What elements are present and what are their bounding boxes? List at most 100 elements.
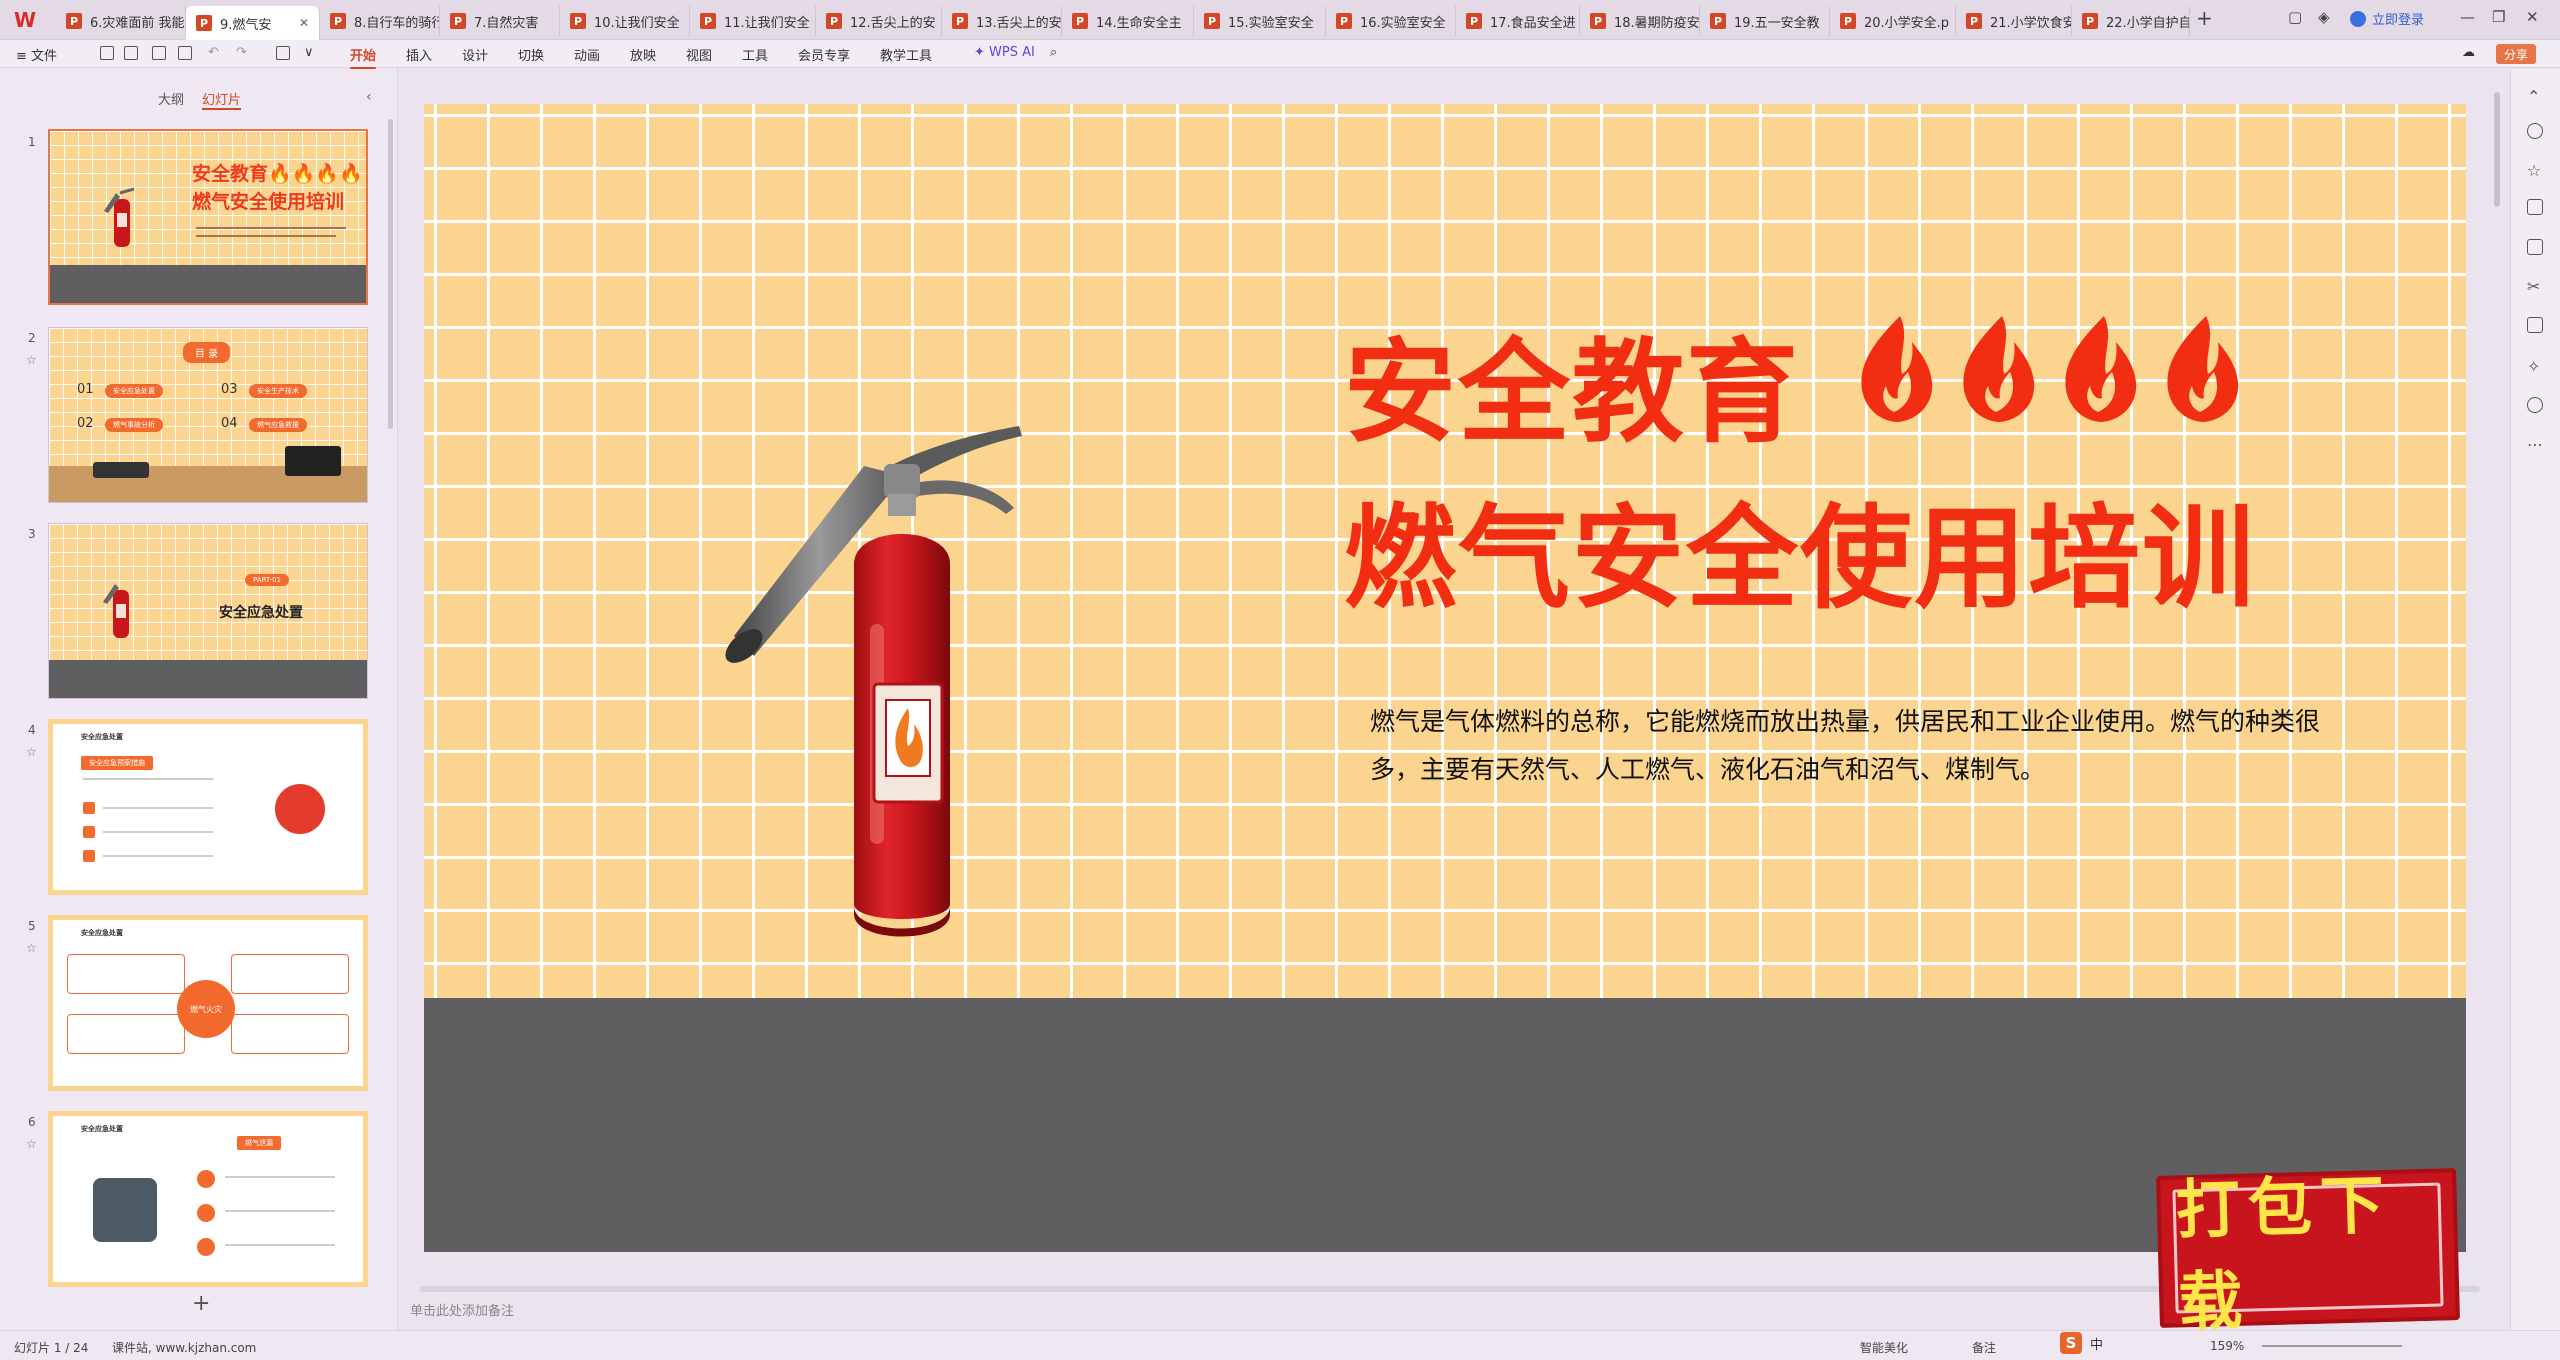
star-icon[interactable]: ☆: [26, 1137, 37, 1151]
slide-thumbnail-5[interactable]: 安全应急处置 燃气火灾: [48, 915, 368, 1091]
cube-icon[interactable]: ◈: [2318, 8, 2330, 26]
tool-icon[interactable]: ✂: [2527, 277, 2543, 296]
document-tab[interactable]: P 13.舌尖上的安: [942, 6, 1062, 36]
document-tab[interactable]: P 14.生命安全主: [1062, 6, 1194, 36]
slide-thumbnail-3[interactable]: PART-01 安全应急处置: [48, 523, 368, 699]
slide-thumbnail-6[interactable]: 安全应急处置 燃气泄漏: [48, 1111, 368, 1287]
document-tab[interactable]: P 20.小学安全.p: [1830, 6, 1956, 36]
image-icon[interactable]: [2527, 239, 2543, 255]
text-placeholder: [225, 1244, 335, 1246]
menu-item[interactable]: 设计: [462, 45, 488, 64]
status-bar: 幻灯片 1 / 24 课件站, www.kjzhan.com 智能美化 备注 1…: [0, 1330, 2560, 1360]
collapse-toolbar-icon[interactable]: ⌃: [2527, 87, 2543, 106]
document-tab[interactable]: P 22.小学自护自: [2072, 6, 2190, 36]
star-icon[interactable]: ☆: [26, 941, 37, 955]
beautify-button[interactable]: 智能美化: [1860, 1339, 1908, 1356]
redo-icon[interactable]: ↷: [236, 45, 247, 60]
document-tab[interactable]: P 9.燃气安 ✕: [186, 6, 320, 40]
window-layout-icon[interactable]: ▢: [2288, 8, 2302, 26]
menu-item[interactable]: 工具: [742, 45, 768, 64]
export-icon[interactable]: [124, 46, 138, 60]
menu-item[interactable]: 插入: [406, 45, 432, 64]
vertical-scrollbar[interactable]: [2494, 92, 2500, 207]
ppt-file-icon: P: [570, 13, 586, 29]
site-label[interactable]: 课件站, www.kjzhan.com: [112, 1339, 256, 1356]
collapse-panel-icon[interactable]: ‹: [366, 89, 372, 105]
document-tab[interactable]: P 10.让我们安全: [560, 6, 690, 36]
search-icon[interactable]: ⌕: [1050, 45, 1057, 60]
add-slide-button[interactable]: +: [192, 1291, 210, 1316]
format-painter-icon[interactable]: [276, 46, 290, 60]
document-tab[interactable]: P 16.实验室安全: [1326, 6, 1456, 36]
notes-button[interactable]: 备注: [1972, 1339, 1996, 1356]
menu-item[interactable]: 开始: [350, 45, 377, 70]
ai-icon[interactable]: ✧: [2527, 357, 2543, 376]
save-icon[interactable]: [100, 46, 114, 60]
animation-icon[interactable]: [2527, 317, 2543, 333]
menu-item[interactable]: 视图: [686, 45, 712, 64]
tab-label: 8.自行车的骑行: [354, 15, 439, 31]
ime-language[interactable]: 中: [2090, 1334, 2103, 1353]
text-placeholder: [225, 1210, 335, 1212]
help-icon[interactable]: [2527, 397, 2543, 413]
menu-item[interactable]: 切换: [518, 45, 544, 64]
slide-canvas[interactable]: 安全教育 燃气安全使用培训 燃气是气体燃料的总称，它能燃烧而放出热量，供居民和工…: [424, 104, 2466, 1252]
tab-slides[interactable]: 幻灯片: [202, 89, 242, 110]
document-tab[interactable]: P 19.五一安全教: [1700, 6, 1830, 36]
print-icon[interactable]: [152, 46, 166, 60]
slide-thumbnail-1[interactable]: 安全教育🔥🔥🔥🔥 燃气安全使用培训: [48, 129, 368, 305]
badge-frame: 打包下载: [2172, 1168, 2444, 1340]
wps-ai-button[interactable]: ✦ WPS AI: [974, 45, 1035, 60]
menu-item[interactable]: 教学工具: [880, 45, 932, 64]
sogou-ime-icon[interactable]: S: [2060, 1332, 2082, 1354]
slide-title-line-2[interactable]: 燃气安全使用培训: [1344, 468, 2256, 630]
cloud-sync-icon[interactable]: ☁: [2462, 45, 2475, 60]
property-icon[interactable]: [2527, 123, 2543, 139]
document-tab[interactable]: P 12.舌尖上的安: [816, 6, 942, 36]
ppt-file-icon: P: [1840, 13, 1856, 29]
document-tab[interactable]: P 6.灾难面前 我能: [56, 6, 186, 36]
slide-number: 1: [28, 135, 36, 149]
document-tab[interactable]: P 18.暑期防疫安: [1580, 6, 1700, 36]
more-icon[interactable]: ⋯: [2527, 435, 2543, 454]
copy-icon[interactable]: [2527, 199, 2543, 215]
close-tab-icon[interactable]: ✕: [299, 16, 309, 30]
slide-thumbnail-4[interactable]: 安全应急处置 安全应急预案措施: [48, 719, 368, 895]
minimize-icon[interactable]: —: [2460, 8, 2475, 26]
ppt-file-icon: P: [330, 13, 346, 29]
zoom-slider[interactable]: [2262, 1345, 2402, 1347]
close-icon[interactable]: ✕: [2526, 8, 2539, 26]
tab-label: 11.让我们安全: [724, 15, 810, 31]
panel-scrollbar[interactable]: [388, 119, 393, 429]
login-button[interactable]: 立即登录: [2350, 9, 2424, 28]
restore-icon[interactable]: ❐: [2492, 8, 2505, 26]
file-menu[interactable]: ≡ 文件: [16, 45, 57, 64]
tab-outline[interactable]: 大纲: [158, 89, 184, 110]
menu-item[interactable]: 动画: [574, 45, 600, 64]
notes-placeholder[interactable]: 单击此处添加备注: [410, 1300, 514, 1319]
wps-logo[interactable]: W: [14, 8, 48, 32]
check-icon: [83, 802, 95, 814]
document-tab[interactable]: P 7.自然灾害: [440, 6, 560, 36]
document-tab[interactable]: P 8.自行车的骑行: [320, 6, 440, 36]
download-badge[interactable]: 打包下载: [2156, 1168, 2460, 1340]
thumb-sub: 燃气泄漏: [237, 1136, 281, 1150]
slide-title-line-1[interactable]: 安全教育: [1344, 302, 1800, 464]
share-button[interactable]: 分享: [2496, 44, 2537, 64]
preview-icon[interactable]: [178, 46, 192, 60]
menu-item[interactable]: 会员专享: [798, 45, 850, 64]
slide-thumbnail-2[interactable]: 目 录 01 安全应急处置 03 安全生产技术 02 燃气事故分析 04 燃气应…: [48, 327, 368, 503]
slide-description[interactable]: 燃气是气体燃料的总称，它能燃烧而放出热量，供居民和工业企业使用。燃气的种类很多，…: [1370, 698, 2330, 794]
new-tab-button[interactable]: +: [2196, 6, 2213, 30]
undo-icon[interactable]: ↶: [208, 45, 219, 60]
menu-item[interactable]: 放映: [630, 45, 656, 64]
document-tab[interactable]: P 15.实验室安全: [1194, 6, 1326, 36]
star-icon[interactable]: ☆: [2527, 161, 2543, 180]
document-tab[interactable]: P 11.让我们安全: [690, 6, 816, 36]
star-icon[interactable]: ☆: [26, 353, 37, 367]
ppt-file-icon: P: [1710, 13, 1726, 29]
document-tab[interactable]: P 17.食品安全进: [1456, 6, 1580, 36]
more-chevron-icon[interactable]: ∨: [304, 45, 314, 60]
document-tab[interactable]: P 21.小学饮食安: [1956, 6, 2072, 36]
star-icon[interactable]: ☆: [26, 745, 37, 759]
